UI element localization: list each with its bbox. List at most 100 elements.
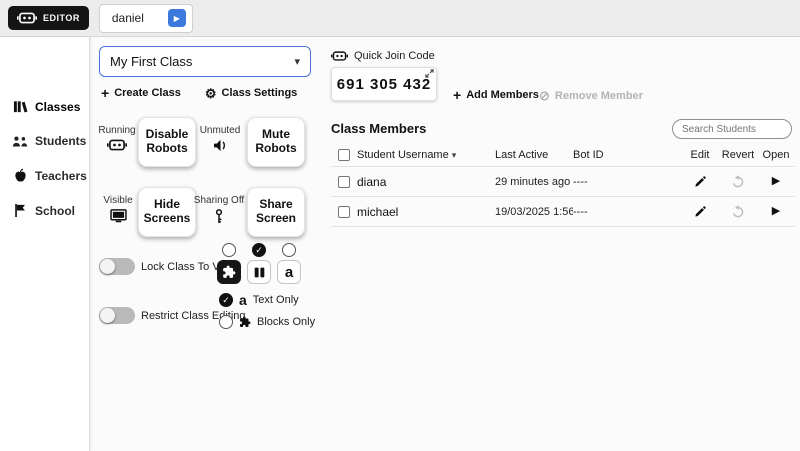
disable-robots-label: Disable Robots [141,128,193,156]
hybrid-mode-radio[interactable]: ✓ [252,243,266,257]
mode-option-blocks[interactable] [217,243,241,284]
column-student-username[interactable]: Student Username▾ [357,149,495,161]
robot-icon [331,51,348,61]
text-icon: a [239,293,247,307]
pencil-icon [694,175,707,188]
student-username: diana [357,175,495,189]
sidebar-item-label: School [35,204,75,218]
expand-icon[interactable] [425,69,434,78]
table-header-row: Student Username▾ Last Active Bot ID Edi… [331,143,795,167]
hide-screens-label: Hide Screens [141,198,193,226]
class-settings-button[interactable]: ⚙ Class Settings [205,86,297,100]
class-actions: + Create Class ⚙ Class Settings [101,86,297,100]
apple-icon [12,168,28,183]
row-checkbox[interactable] [338,176,350,188]
robot-icon [107,139,127,151]
speaker-icon [213,139,228,152]
bot-id: ---- [573,176,681,188]
sidebar-item-school[interactable]: School [0,193,89,228]
editor-label: EDITOR [43,13,80,23]
create-class-label: Create Class [114,87,181,99]
check-icon: ✓ [222,296,230,305]
run-button[interactable]: ▶ [168,9,186,27]
column-revert: Revert [719,149,757,161]
select-all-checkbox[interactable] [338,149,350,161]
sidebar-item-classes[interactable]: Classes [0,89,89,124]
sharing-status: Sharing Off [193,195,245,224]
app-window: EDITOR daniel ▶ Classes Students Te [0,0,800,451]
share-screen-button[interactable]: Share Screen [247,187,305,237]
plus-icon: + [101,86,109,100]
column-open: Open [757,149,795,161]
text-mode-icon: a [277,260,301,284]
add-members-button[interactable]: + Add Members [453,88,539,102]
edit-button[interactable] [692,173,709,190]
sharing-status-label: Sharing Off [194,195,244,206]
text-mode-radio[interactable] [282,243,296,257]
sidebar-item-label: Students [35,134,86,148]
key-icon [215,209,223,224]
sidebar-item-teachers[interactable]: Teachers [0,158,89,193]
sort-caret-icon: ▾ [452,150,457,160]
sidebar: Classes Students Teachers School [0,37,90,451]
row-checkbox[interactable] [338,206,350,218]
blocks-only-option[interactable]: Blocks Only [219,315,315,329]
robots-status-label: Running [98,125,135,136]
remove-member-label: Remove Member [555,90,643,102]
play-icon: ▶ [174,14,180,23]
quick-join-label: Quick Join Code [354,50,435,62]
column-last-active: Last Active [495,149,573,161]
restrict-editing-toggle[interactable] [99,307,135,324]
hide-screens-button[interactable]: Hide Screens [138,187,196,237]
project-tab[interactable]: daniel ▶ [99,4,193,33]
editor-button[interactable]: EDITOR [8,6,89,30]
add-members-label: Add Members [466,89,539,101]
editing-mode-options: ✓ a Text Only Blocks Only [219,293,315,329]
mute-robots-button[interactable]: Mute Robots [247,117,305,167]
toggle-knob [100,259,115,274]
audio-status-label: Unmuted [200,125,241,136]
blocks-mode-radio[interactable] [222,243,236,257]
remove-member-button[interactable]: ⊘ Remove Member [539,88,643,104]
class-select-dropdown[interactable]: My First Class ▾ [99,46,311,77]
text-only-radio[interactable]: ✓ [219,293,233,307]
robot-icon [17,12,37,24]
quick-join-header: Quick Join Code [331,50,435,62]
create-class-button[interactable]: + Create Class [101,86,181,100]
open-button[interactable]: ▶ [770,204,782,219]
sidebar-item-label: Classes [35,100,80,114]
text-only-option[interactable]: ✓ a Text Only [219,293,315,307]
blocks-only-label: Blocks Only [257,316,315,328]
disable-robots-button[interactable]: Disable Robots [138,117,196,167]
flag-icon [12,203,28,218]
revert-icon [731,175,745,189]
quick-join-code-box[interactable]: 691 305 432 [331,67,437,101]
main-content: My First Class ▾ + Create Class ⚙ Class … [91,37,800,451]
column-label: Student Username [357,149,449,161]
revert-icon [731,205,745,219]
mode-option-text[interactable]: a [277,243,301,284]
search-students-input[interactable] [672,119,792,139]
revert-button[interactable] [729,203,747,221]
lock-class-toggle[interactable] [99,258,135,275]
screens-status-label: Visible [103,195,132,206]
plus-icon: + [453,88,461,102]
edit-button[interactable] [692,203,709,220]
student-username: michael [357,205,495,219]
class-members-table: Student Username▾ Last Active Bot ID Edi… [331,143,795,227]
screens-status: Visible [99,195,137,223]
column-bot-id: Bot ID [573,149,681,161]
robots-status: Running [96,125,138,151]
gear-icon: ⚙ [205,87,217,100]
mode-option-hybrid[interactable]: ✓ [247,243,271,284]
classes-icon [12,99,28,114]
pencil-icon [694,205,707,218]
play-icon: ▶ [772,176,780,187]
revert-button[interactable] [729,173,747,191]
last-active: 19/03/2025 1:56 PM [495,206,573,218]
sidebar-item-students[interactable]: Students [0,124,89,158]
open-button[interactable]: ▶ [770,174,782,189]
blocks-only-radio[interactable] [219,315,233,329]
class-settings-label: Class Settings [222,87,298,99]
bot-id: ---- [573,206,681,218]
